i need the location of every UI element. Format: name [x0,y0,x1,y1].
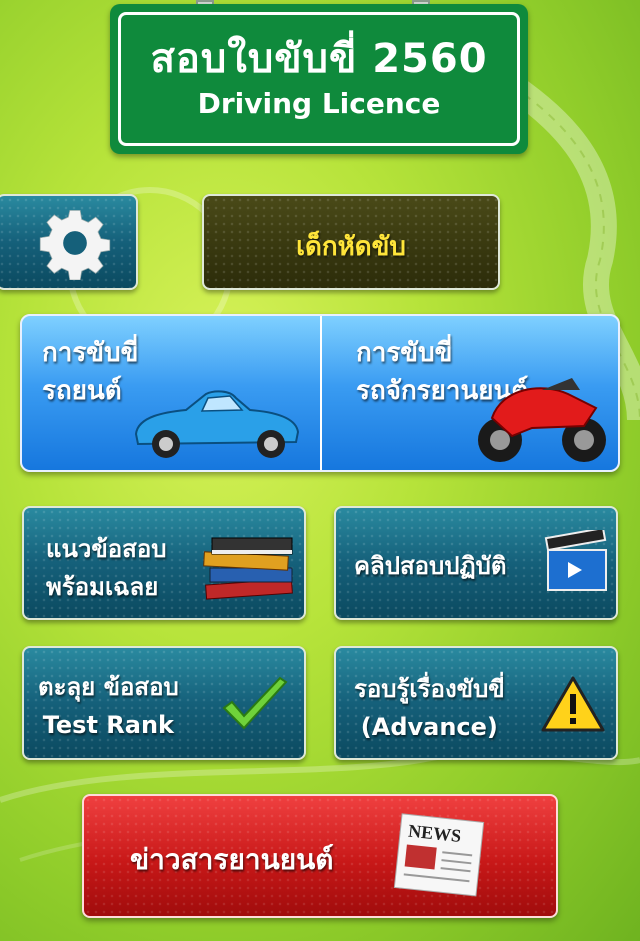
test-rank-label: ตะลุย ข้อสอบ Test Rank [38,668,179,744]
newspaper-icon: NEWS [393,813,485,897]
gear-icon [39,210,111,280]
news-button[interactable]: ข่าวสารยานยนต์ NEWS [82,794,558,918]
moto-label-line1: การขับขี่ [356,338,453,368]
app-title: สอบใบขับขี่ 2560 [150,36,488,82]
motorcycle-image [478,378,606,462]
exam-answers-line2: พร้อมเฉลย [46,573,159,601]
exam-answers-button[interactable]: แนวข้อสอบ พร้อมเฉลย [22,506,306,620]
car-driving-button[interactable]: การขับขี่ รถยนต์ [22,316,322,470]
exam-answers-label: แนวข้อสอบ พร้อมเฉลย [46,530,166,606]
test-rank-line2: Test Rank [42,711,174,739]
car-label-line2: รถยนต์ [42,376,122,406]
exam-clips-button[interactable]: คลิปสอบปฏิบัติ [334,506,618,620]
news-label: ข่าวสารยานยนต์ [130,843,334,876]
books-icon [203,537,293,600]
advance-line2: (Advance) [360,713,498,741]
car-label-line1: การขับขี่ [42,338,139,368]
warning-icon [541,676,605,732]
exam-clips-label: คลิปสอบปฏิบัติ [354,552,507,580]
advance-label: รอบรู้เรื่องขับขี่ (Advance) [354,670,505,746]
checkmark-icon [222,676,288,730]
driving-category-panel: การขับขี่ รถยนต์ การขับขี่ รถจักรยานยนต์ [20,314,620,472]
title-sign: สอบใบขับขี่ 2560 Driving Licence [110,4,528,154]
car-driving-label: การขับขี่ รถยนต์ [42,334,138,410]
exam-answers-line1: แนวข้อสอบ [46,535,167,563]
advance-button[interactable]: รอบรู้เรื่องขับขี่ (Advance) [334,646,618,760]
motorcycle-driving-button[interactable]: การขับขี่ รถจักรยานยนต์ [322,316,618,470]
app-subtitle: Driving Licence [197,87,441,120]
student-driver-button[interactable]: เด็กหัดขับ [202,194,500,290]
advance-line1: รอบรู้เรื่องขับขี่ [354,675,505,703]
car-image [134,390,300,458]
student-driver-label: เด็กหัดขับ [296,232,406,262]
test-rank-line1: ตะลุย ข้อสอบ [38,673,179,701]
settings-button[interactable] [0,194,138,290]
clapperboard-icon [544,530,607,591]
test-rank-button[interactable]: ตะลุย ข้อสอบ Test Rank [22,646,306,760]
